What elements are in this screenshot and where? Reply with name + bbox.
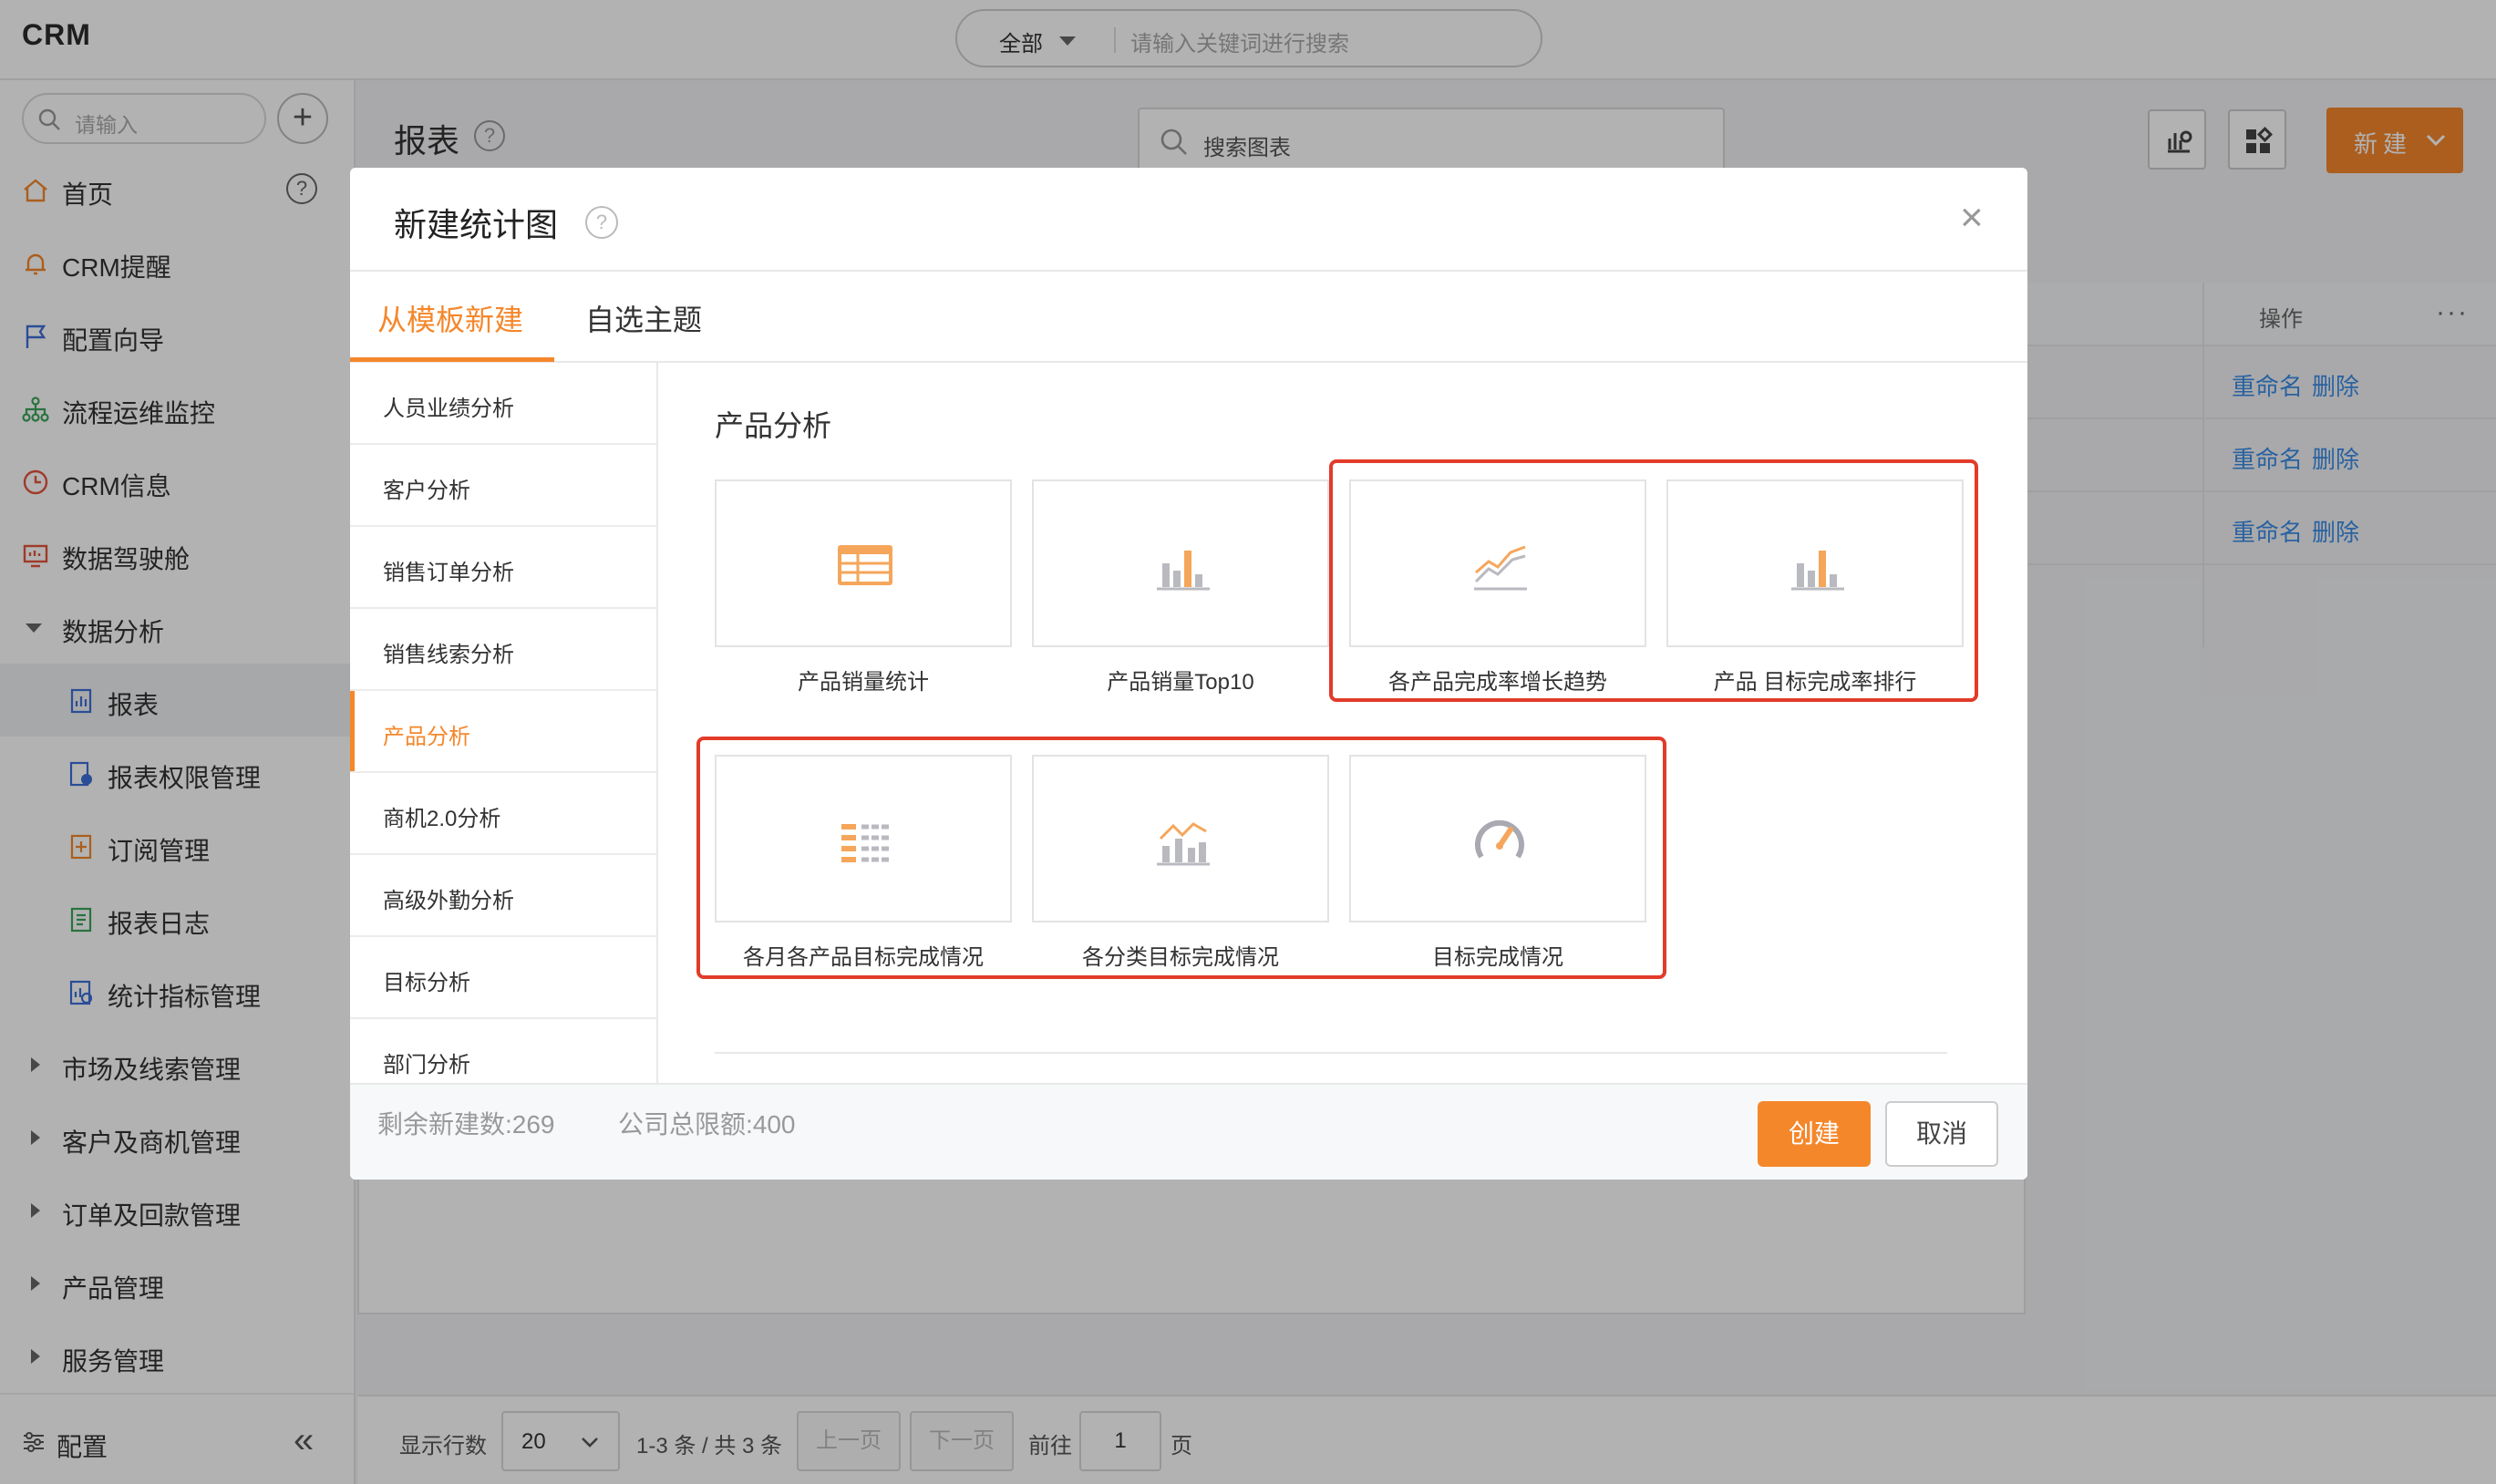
active-tab-indicator: [350, 357, 554, 362]
create-button[interactable]: 创建: [1758, 1101, 1871, 1167]
dialog-title: 新建统计图: [394, 206, 559, 243]
category-label: 人员业绩分析: [383, 397, 514, 421]
highlight-box: [696, 737, 1666, 979]
template-card[interactable]: 产品销量Top10: [1032, 479, 1329, 698]
divider: [350, 270, 2027, 272]
dialog-footer: 剩余新建数:269 公司总限额:400 创建 取消: [350, 1083, 2027, 1180]
category-item[interactable]: 人员业绩分析: [350, 363, 656, 445]
company-limit: 公司总限额:400: [618, 1110, 796, 1139]
category-item[interactable]: 部门分析: [350, 1019, 656, 1083]
category-item[interactable]: 商机2.0分析: [350, 773, 656, 855]
category-label: 产品分析: [383, 725, 470, 749]
category-label: 目标分析: [383, 971, 470, 995]
cancel-button[interactable]: 取消: [1885, 1101, 1998, 1167]
category-label: 销售订单分析: [383, 561, 514, 585]
divider: [715, 1052, 1947, 1054]
category-list: 人员业绩分析 客户分析 销售订单分析 销售线索分析 产品分析 商机2.0分析 高…: [350, 363, 658, 1083]
remaining-count: 剩余新建数:269: [377, 1110, 555, 1139]
template-label: 产品销量Top10: [1107, 670, 1254, 695]
category-item-active[interactable]: 产品分析: [350, 691, 656, 773]
template-thumbnail: [715, 479, 1012, 647]
table-icon: [838, 545, 892, 585]
help-icon[interactable]: ?: [585, 206, 618, 239]
section-title: 产品分析: [715, 409, 832, 442]
category-label: 客户分析: [383, 479, 470, 503]
bar-chart-icon: [1157, 551, 1210, 591]
highlight-box: [1329, 459, 1978, 702]
template-thumbnail: [1032, 479, 1329, 647]
new-chart-dialog: 新建统计图 ? × 从模板新建 自选主题 人员业绩分析 客户分析 销售订单分析 …: [350, 168, 2027, 1180]
category-label: 商机2.0分析: [383, 807, 501, 831]
category-label: 销售线索分析: [383, 643, 514, 667]
category-item[interactable]: 销售订单分析: [350, 527, 656, 609]
close-icon[interactable]: ×: [1960, 195, 1984, 241]
category-item[interactable]: 目标分析: [350, 937, 656, 1019]
tab-from-template[interactable]: 从模板新建: [377, 297, 523, 339]
category-item[interactable]: 高级外勤分析: [350, 855, 656, 937]
tab-custom-topic[interactable]: 自选主题: [585, 297, 702, 339]
category-item[interactable]: 销售线索分析: [350, 609, 656, 691]
category-label: 高级外勤分析: [383, 889, 514, 913]
category-label: 部门分析: [383, 1053, 470, 1077]
category-item[interactable]: 客户分析: [350, 445, 656, 527]
template-card[interactable]: 产品销量统计: [715, 479, 1012, 698]
template-label: 产品销量统计: [798, 670, 929, 695]
